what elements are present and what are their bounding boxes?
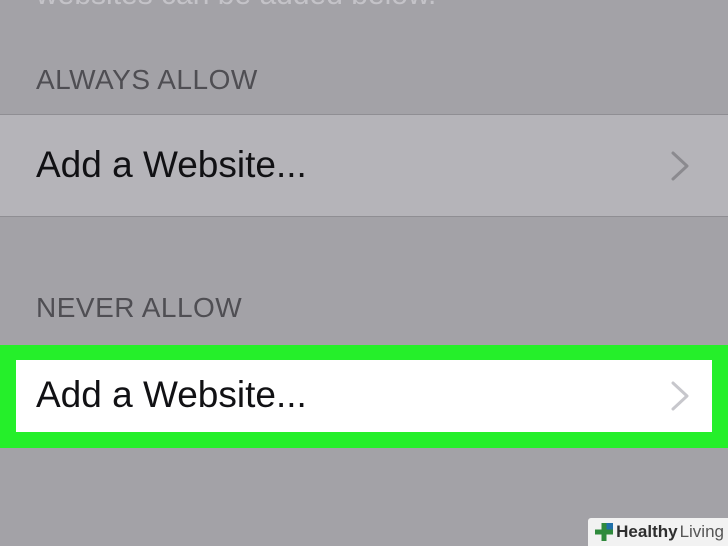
watermark-brand-bold: Healthy	[616, 522, 678, 541]
chevron-right-icon	[671, 381, 689, 411]
top-helper-text: websites can be added below.	[36, 0, 436, 12]
plus-leaf-icon	[595, 523, 614, 541]
watermark: Healthy Living	[588, 518, 728, 546]
chevron-right-icon	[671, 151, 689, 181]
never-allow-add-website-row[interactable]: Add a Website...	[16, 360, 712, 432]
always-allow-header: ALWAYS ALLOW	[36, 64, 258, 95]
always-allow-add-website-label: Add a Website...	[36, 144, 307, 185]
watermark-brand-light: Living	[679, 522, 724, 541]
never-allow-header: NEVER ALLOW	[36, 292, 243, 323]
never-allow-add-website-label: Add a Website...	[36, 374, 307, 415]
always-allow-add-website-row[interactable]: Add a Website...	[0, 114, 728, 217]
